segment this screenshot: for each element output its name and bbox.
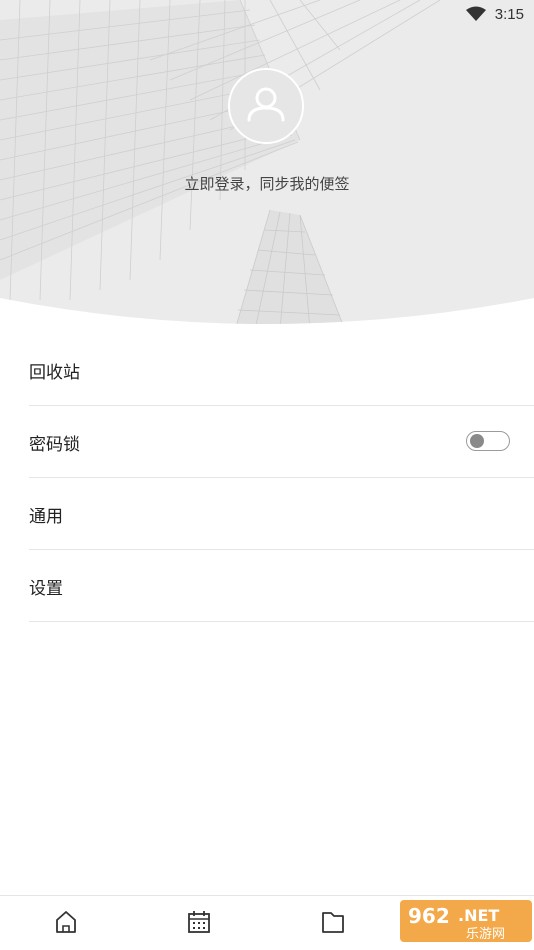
- settings-menu: 回收站 密码锁 通用 设置: [0, 334, 534, 622]
- menu-item-label: 通用: [29, 507, 63, 527]
- svg-text:962: 962: [408, 904, 450, 928]
- folder-icon[interactable]: [319, 908, 347, 936]
- menu-item-label: 密码锁: [29, 435, 80, 455]
- password-lock-toggle[interactable]: [466, 431, 510, 451]
- watermark-logo: 962 .NET 乐游网: [400, 898, 532, 944]
- menu-item-settings[interactable]: 设置: [29, 550, 534, 622]
- status-bar: 3:15: [0, 0, 534, 30]
- svg-text:.NET: .NET: [458, 906, 499, 925]
- login-prompt[interactable]: 立即登录，同步我的便签: [0, 173, 534, 194]
- wifi-icon: [466, 6, 486, 26]
- menu-item-label: 设置: [29, 579, 63, 599]
- profile-header: 3:15 立即登录，同步我的便签: [0, 0, 534, 330]
- calendar-icon[interactable]: [185, 908, 213, 936]
- menu-item-general[interactable]: 通用: [29, 478, 534, 550]
- home-icon[interactable]: [52, 908, 80, 936]
- svg-text:乐游网: 乐游网: [466, 927, 505, 942]
- menu-item-label: 回收站: [29, 363, 80, 383]
- toggle-knob: [470, 434, 484, 448]
- user-avatar-icon[interactable]: [228, 68, 304, 144]
- building-background: [0, 0, 534, 324]
- menu-item-recycle-bin[interactable]: 回收站: [29, 334, 534, 406]
- menu-item-password-lock[interactable]: 密码锁: [29, 406, 534, 478]
- status-time: 3:15: [494, 6, 524, 23]
